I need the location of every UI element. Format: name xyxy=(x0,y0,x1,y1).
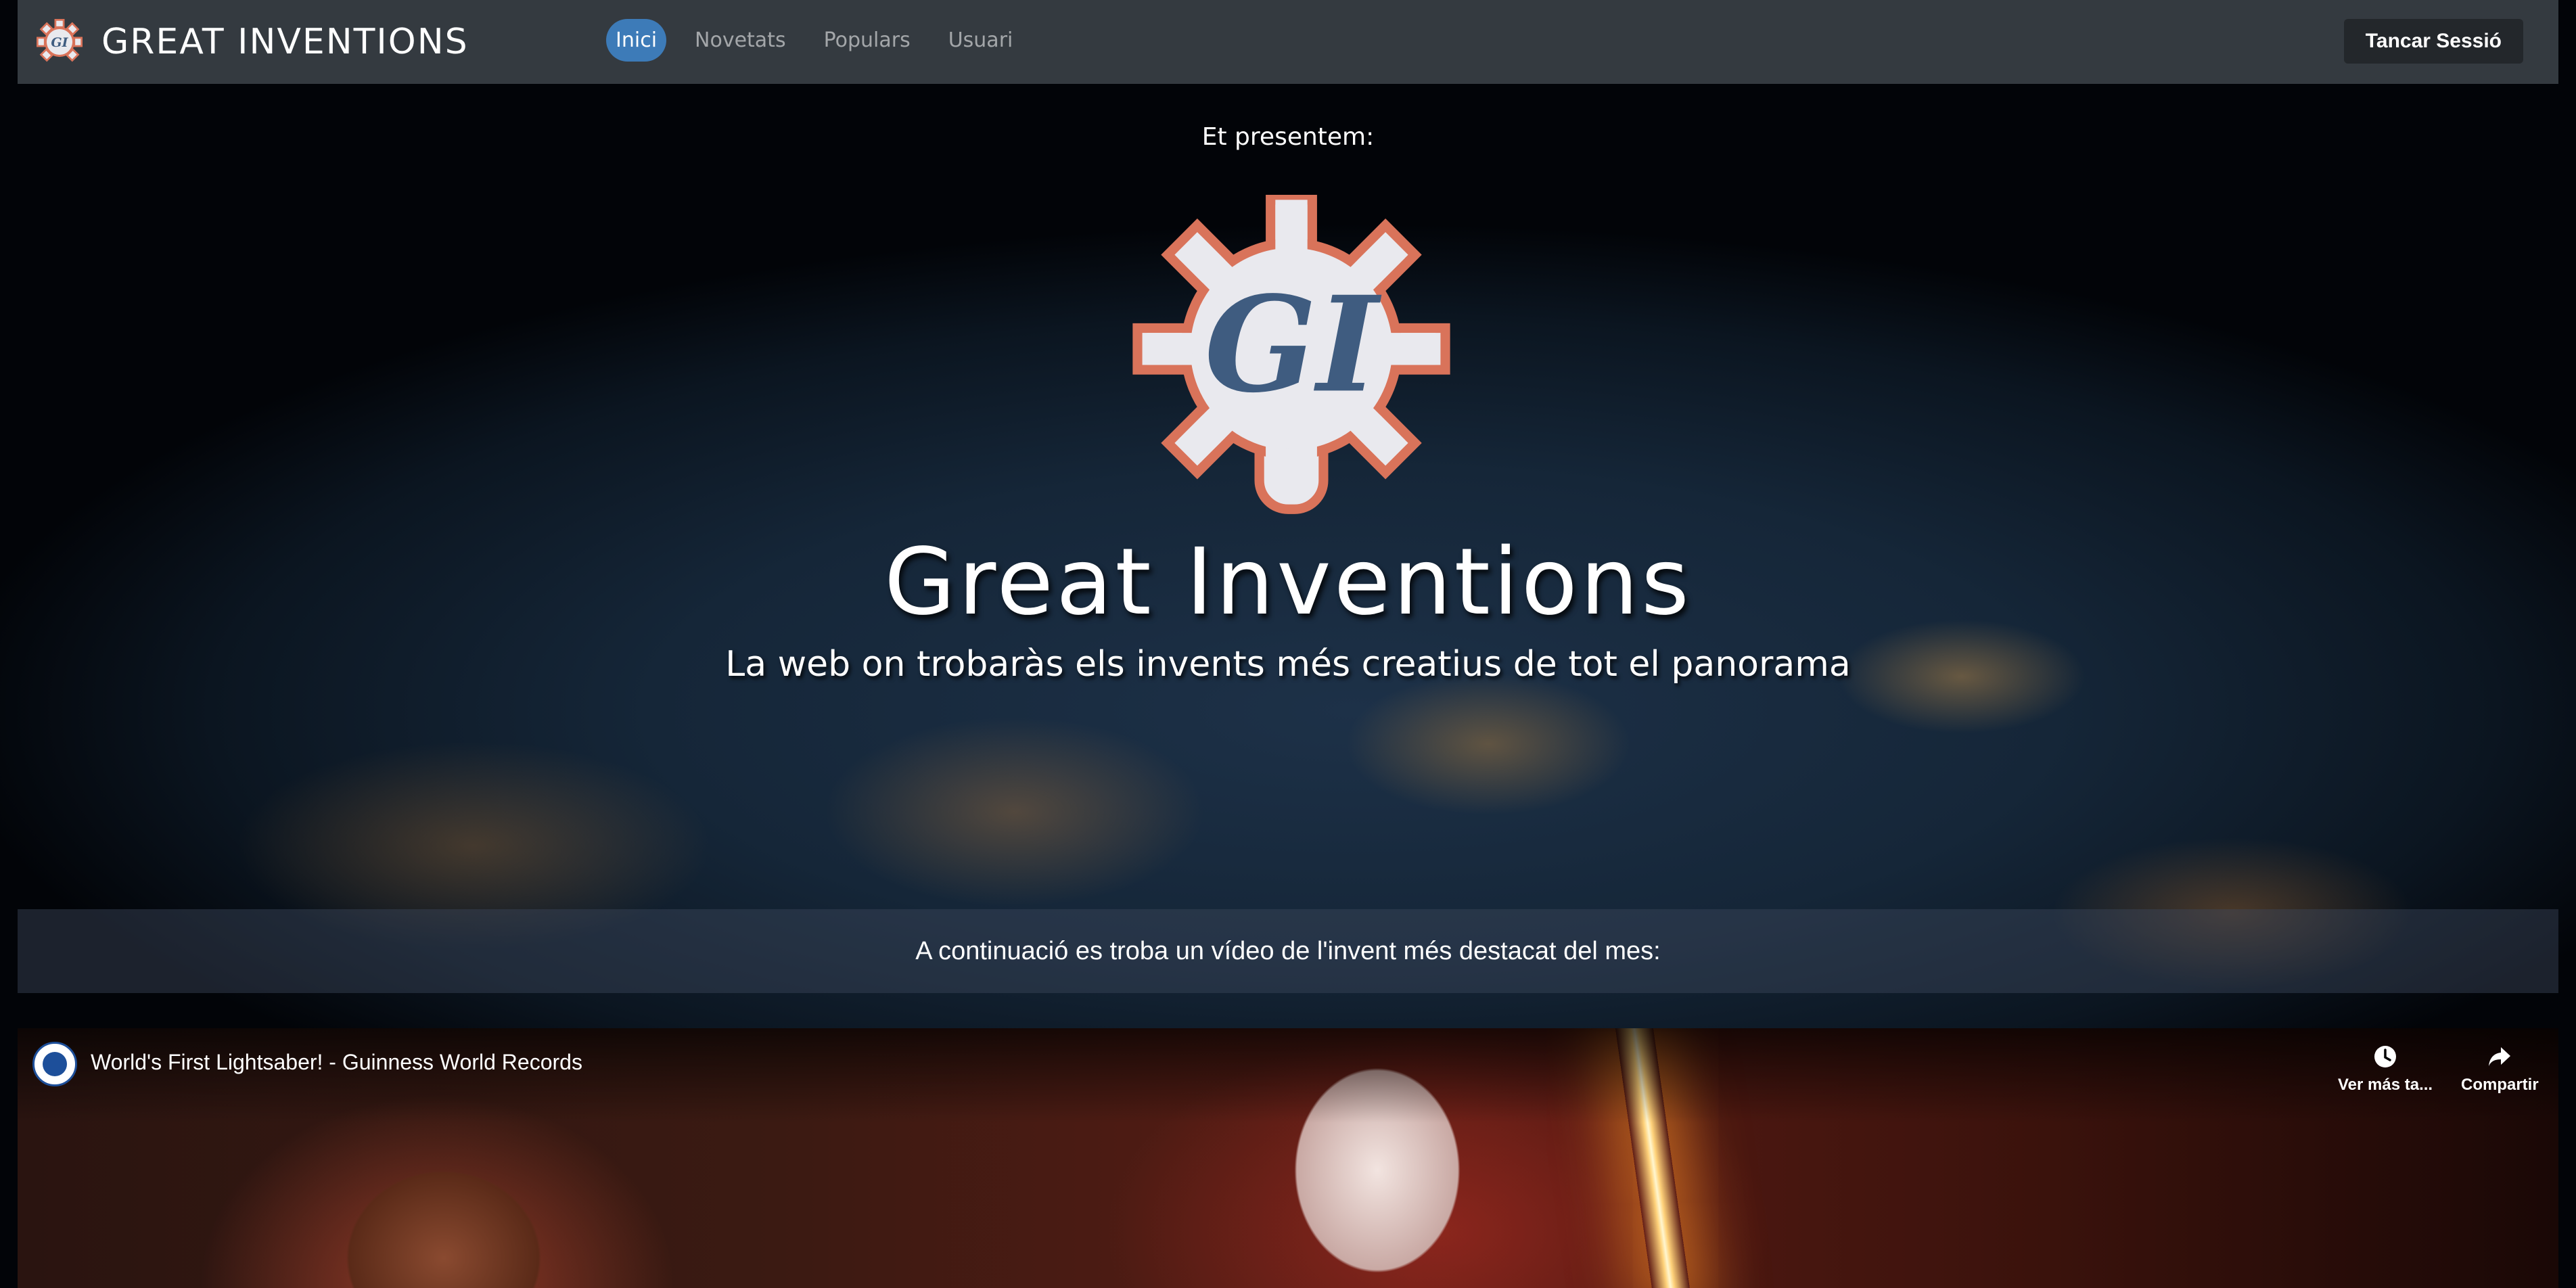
hero-subtitle: La web on trobaràs els invents més creat… xyxy=(725,644,1851,685)
logout-button[interactable]: Tancar Sessió xyxy=(2343,19,2523,64)
gear-logo-icon: GI xyxy=(1132,195,1450,514)
svg-text:GI: GI xyxy=(1205,267,1382,421)
clock-icon xyxy=(2374,1046,2397,1067)
share-button[interactable]: Compartir xyxy=(2461,1043,2539,1095)
video-topbar xyxy=(18,1028,2558,1123)
watch-later-label: Ver más ta... xyxy=(2338,1076,2433,1094)
watch-later-button[interactable]: Ver más ta... xyxy=(2338,1043,2433,1095)
intro-text: Et presentem: xyxy=(1201,123,1375,151)
hero-title: Great Inventions xyxy=(884,529,1692,636)
nav-links: Inici Novetats Populars Usuari xyxy=(606,19,1041,62)
navbar: GI GREAT INVENTIONS Inici Novetats Popul… xyxy=(18,0,2558,84)
brand-title: GREAT INVENTIONS xyxy=(101,22,469,62)
gear-logo-icon: GI xyxy=(37,19,83,62)
video-caption-band: A continuació es troba un vídeo de l'inv… xyxy=(18,909,2558,993)
page: GI GREAT INVENTIONS Inici Novetats Popul… xyxy=(0,0,2576,1288)
video-caption: A continuació es troba un vídeo de l'inv… xyxy=(915,936,1661,965)
nav-link-inici[interactable]: Inici xyxy=(606,19,667,62)
nav-link-novetats[interactable]: Novetats xyxy=(685,19,796,62)
brand[interactable]: GI GREAT INVENTIONS xyxy=(37,19,469,65)
video-frame-person xyxy=(302,1123,586,1288)
share-icon xyxy=(2489,1047,2511,1066)
share-label: Compartir xyxy=(2461,1076,2539,1094)
embedded-video[interactable]: World's First Lightsaber! - Guinness Wor… xyxy=(18,1028,2558,1288)
nav-link-usuari[interactable]: Usuari xyxy=(939,19,1023,62)
channel-avatar[interactable] xyxy=(32,1042,77,1086)
video-title[interactable]: World's First Lightsaber! - Guinness Wor… xyxy=(91,1050,582,1075)
nav-link-populars[interactable]: Populars xyxy=(814,19,920,62)
svg-text:GI: GI xyxy=(51,35,68,50)
